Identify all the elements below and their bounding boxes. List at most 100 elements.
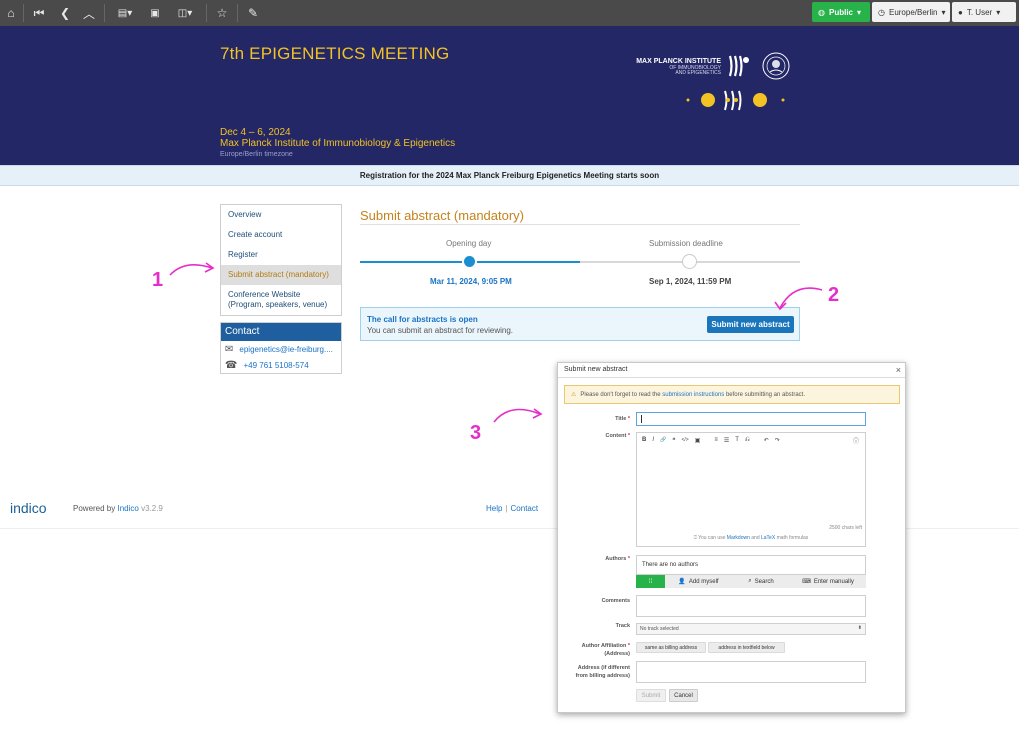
markdown-icon: ⍞ [693, 535, 697, 541]
menu-item-create-account[interactable]: Create account [221, 225, 341, 245]
affiliation-label-text: (Address) [604, 651, 630, 657]
timeline-end-date: Sep 1, 2024, 11:59 PM [649, 277, 732, 286]
footer-links: Help | Contact [486, 504, 538, 513]
quote-icon[interactable]: ❝ [672, 437, 675, 444]
editor-toolbar: B I 🔗 ❝ </> ▣ ≡ ☰ T ⎌ ↶ ↷ ⓘ [637, 433, 865, 447]
title-input[interactable] [636, 412, 866, 426]
contact-phone-row[interactable]: ☎ +49 761 5108-574 [221, 357, 341, 373]
same-as-billing-button[interactable]: same as billing address [636, 642, 706, 653]
menu-item-overview[interactable]: Overview [221, 205, 341, 225]
indico-version: v3.2.9 [141, 504, 163, 513]
code-icon[interactable]: </> [681, 437, 688, 443]
add-myself-label: Add myself [688, 578, 719, 585]
edit-icon[interactable]: ✎ [245, 3, 261, 23]
add-user-icon: 👤 [678, 579, 686, 585]
back-icon[interactable]: ❮ [57, 3, 73, 23]
authors-label: Authors * [558, 555, 630, 563]
calendar-icon[interactable]: ▣ [147, 3, 163, 23]
link-icon[interactable]: 🔗 [660, 437, 666, 443]
indico-link[interactable]: Indico [117, 504, 138, 513]
chars-left: 2500 chars left [829, 525, 862, 531]
search-authors-button[interactable]: ⌕ Search [732, 575, 790, 588]
cancel-button[interactable]: Cancel [669, 689, 698, 702]
track-select[interactable]: No track selected ⬍ [636, 623, 866, 635]
footer-separator: | [505, 504, 508, 513]
address-label: Address (if different from billing addre… [558, 664, 630, 680]
indico-logo-icon[interactable]: indico [10, 497, 62, 521]
contact-link[interactable]: Contact [511, 504, 539, 513]
menu-item-register[interactable]: Register [221, 245, 341, 265]
image-icon[interactable]: ▣ [695, 437, 701, 444]
institute-sub-line: AND EPIGENETICS [675, 70, 721, 76]
view-icon[interactable]: ◫▾ [173, 3, 197, 23]
dialog-title: Submit new abstract [564, 366, 628, 373]
max-planck-seal-icon [762, 52, 790, 80]
search-icon: ⌕ [748, 578, 752, 584]
event-header: 7th EPIGENETICS MEETING Dec 4 – 6, 2024 … [0, 26, 1019, 165]
toolbar-separator [237, 4, 238, 22]
address-textfield-button[interactable]: address in textfield below [708, 642, 785, 653]
submission-instructions-link[interactable]: submission instructions [662, 392, 724, 398]
heading-icon[interactable]: T [735, 437, 739, 443]
contact-email[interactable]: epigenetics@ie-freiburg.... [239, 345, 333, 354]
toolbar-separator [23, 4, 24, 22]
timeline-start-marker [462, 254, 477, 269]
content-editor[interactable]: B I 🔗 ❝ </> ▣ ≡ ☰ T ⎌ ↶ ↷ ⓘ 2500 chars l… [636, 432, 866, 547]
undo-icon[interactable]: ↶ [764, 437, 769, 444]
hint-text: math formulas [776, 535, 809, 541]
toolbar-separator [104, 4, 105, 22]
enter-manually-label: Enter manually [813, 578, 854, 585]
layout-icon[interactable]: ▤▾ [113, 3, 137, 23]
clear-format-icon[interactable]: ⎌ [745, 437, 750, 444]
menu-item-conference-website[interactable]: Conference Website (Program, speakers, v… [221, 285, 341, 315]
italic-icon[interactable]: I [652, 437, 654, 443]
help-link[interactable]: Help [486, 504, 502, 513]
content-label: Content * [558, 432, 630, 440]
title-label-text: Title [615, 416, 627, 422]
event-menu: Overview Create account Register Submit … [220, 204, 342, 316]
warning-icon: ⚠ [571, 392, 577, 398]
enter-manually-button[interactable]: ⌨ Enter manually [790, 575, 866, 588]
page-title: Submit abstract (mandatory) [360, 208, 525, 223]
up-icon[interactable]: ︿ [81, 3, 97, 23]
event-title[interactable]: 7th EPIGENETICS MEETING [220, 44, 449, 64]
mpi-logo-icon [728, 55, 749, 77]
toolbar-separator [206, 4, 207, 22]
contact-heading: Contact [221, 323, 341, 341]
latex-link[interactable]: LaTeX [761, 535, 775, 541]
address-textarea[interactable] [636, 661, 866, 683]
hint-text: and [751, 535, 760, 541]
submit-button[interactable]: Submit [636, 689, 666, 702]
no-authors-text: There are no authors [642, 562, 699, 568]
globe-icon: ◍ [818, 7, 825, 17]
timezone-dropdown[interactable]: ◷ Europe/Berlin ▾ [872, 2, 950, 22]
call-for-abstracts-box: The call for abstracts is open You can s… [360, 307, 800, 341]
protection-dropdown[interactable]: ◍ Public ▾ [812, 2, 870, 22]
user-dropdown[interactable]: ● T. User ▾ [952, 2, 1016, 22]
author-role-button[interactable]: ⁞⁞ [636, 575, 665, 588]
contact-email-row[interactable]: ✉ epigenetics@ie-freiburg.... [221, 341, 341, 357]
powered-by: Powered by Indico v3.2.9 [73, 504, 163, 513]
required-mark: * [627, 433, 630, 439]
star-icon[interactable]: ☆ [214, 3, 230, 23]
unordered-list-icon[interactable]: ☰ [724, 437, 729, 444]
close-icon[interactable]: × [896, 365, 901, 375]
add-myself-button[interactable]: 👤 Add myself [665, 575, 732, 588]
chevron-down-icon: ▾ [857, 7, 862, 17]
authors-actions: ⁞⁞ 👤 Add myself ⌕ Search ⌨ Enter manually [636, 575, 866, 588]
submit-new-abstract-button[interactable]: Submit new abstract [707, 316, 794, 333]
contact-phone[interactable]: +49 761 5108-574 [243, 361, 308, 370]
track-label: Track [615, 623, 630, 629]
markdown-link[interactable]: Markdown [727, 535, 750, 541]
annotation-number: 1 [152, 269, 164, 291]
comments-textarea[interactable] [636, 595, 866, 617]
cfa-text: You can submit an abstract for reviewing… [367, 326, 514, 335]
menu-item-submit-abstract[interactable]: Submit abstract (mandatory) [221, 265, 341, 285]
home-icon[interactable]: ⌂ [3, 3, 19, 23]
info-icon[interactable]: ⓘ [853, 436, 859, 445]
redo-icon[interactable]: ↷ [775, 437, 780, 444]
bold-icon[interactable]: B [642, 437, 646, 443]
first-icon[interactable]: ⏮ [31, 3, 47, 23]
ordered-list-icon[interactable]: ≡ [714, 437, 718, 443]
announcement-bar: Registration for the 2024 Max Planck Fre… [0, 165, 1019, 186]
